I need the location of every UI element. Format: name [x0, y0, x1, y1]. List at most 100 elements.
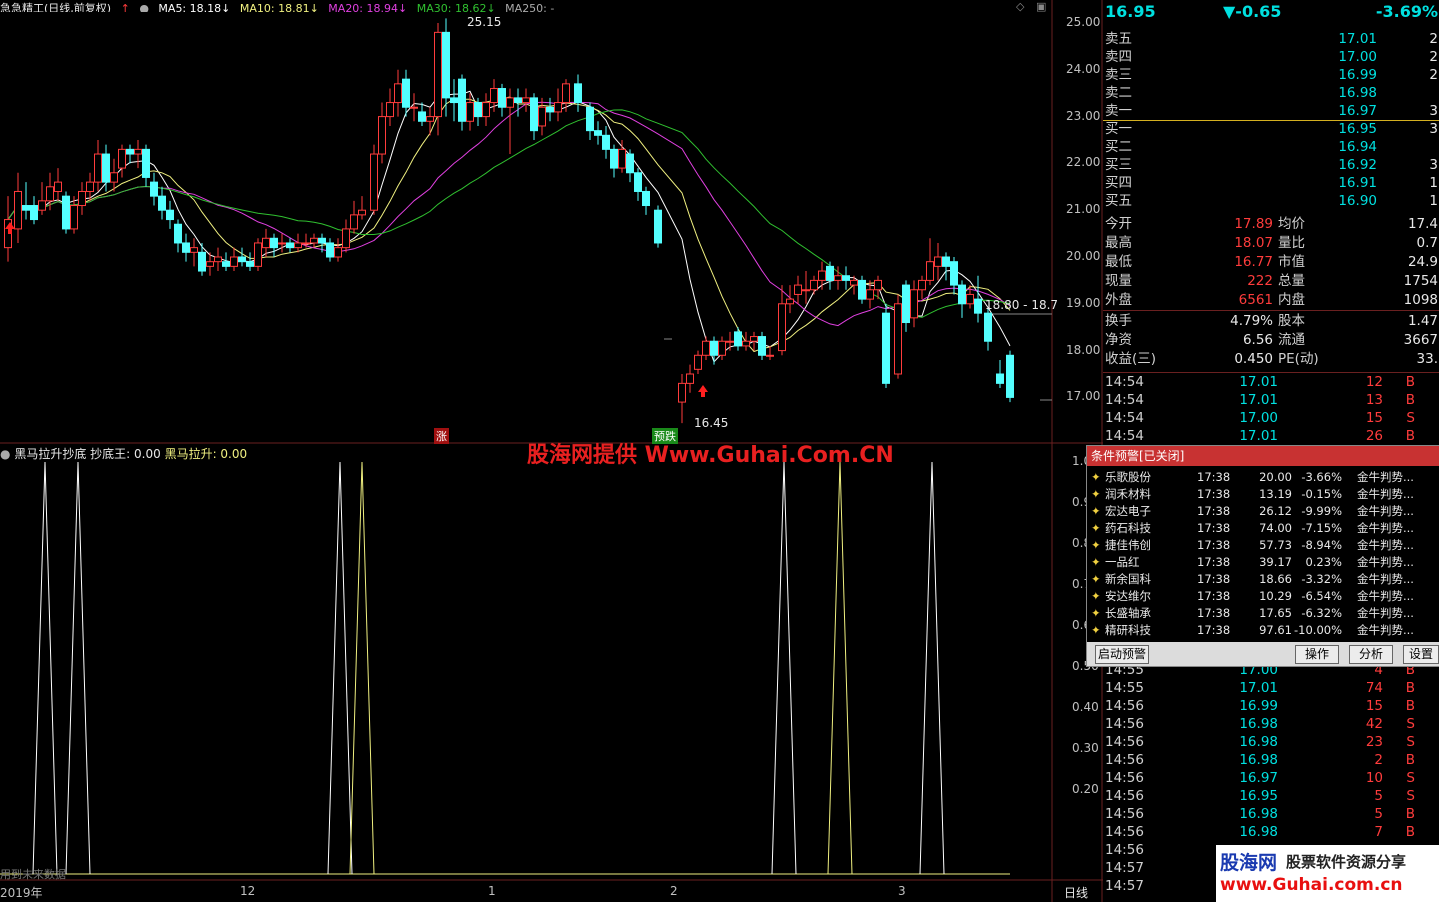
candle	[958, 280, 966, 318]
candle	[778, 285, 786, 356]
stat-label-2: 市值	[1278, 254, 1305, 270]
alert-row[interactable]: ✦ 长盛轴承 17:38 17.65 -6.32% 金牛判势...	[1087, 605, 1437, 622]
tick-time: 14:54	[1105, 410, 1144, 426]
window-icon[interactable]: ▣	[1036, 0, 1046, 13]
candle	[602, 125, 610, 159]
candle	[294, 233, 302, 253]
start-alert-button[interactable]: 启动预警	[1095, 645, 1149, 664]
tick-time: 14:56	[1105, 752, 1144, 768]
alert-pct: -6.32%	[1301, 606, 1342, 620]
candle	[678, 374, 686, 424]
tick-side: B	[1405, 752, 1415, 768]
book-label: 买二	[1105, 139, 1132, 155]
tick-time: 14:57	[1105, 860, 1144, 876]
ask-bid-divider	[1103, 120, 1439, 121]
candle	[458, 74, 466, 131]
tick-price: 16.99	[1239, 698, 1278, 714]
alert-condition: 金牛判势...	[1357, 521, 1414, 535]
candle	[562, 79, 570, 112]
alert-row[interactable]: ✦ 精研科技 17:38 97.61 -10.00% 金牛判势...	[1087, 622, 1437, 639]
candle	[498, 83, 506, 117]
tick-price: 17.01	[1239, 680, 1278, 696]
alert-row[interactable]: ✦ 宏达电子 17:38 26.12 -9.99% 金牛判势...	[1087, 503, 1437, 520]
alert-condition: 金牛判势...	[1357, 606, 1414, 620]
indicator-title: 黑马拉升抄底	[14, 447, 87, 461]
date-label-feb: 2	[670, 884, 678, 898]
tick-side: S	[1406, 734, 1415, 750]
stat-label: 现量	[1105, 273, 1132, 289]
tick-row: 14:56 16.97 10 S	[1103, 769, 1439, 787]
candle	[984, 308, 992, 351]
alert-row[interactable]: ✦ 乐歌股份 17:38 20.00 -3.66% 金牛判势...	[1087, 469, 1437, 486]
alert-row[interactable]: ✦ 润禾材料 17:38 13.19 -0.15% 金牛判势...	[1087, 486, 1437, 503]
fin-value-2: 33.	[1416, 351, 1438, 367]
candle	[618, 140, 626, 173]
alert-window[interactable]: 条件预警[已关闭] ✦ 乐歌股份 17:38 20.00 -3.66% 金牛判势... ✦ 润…	[1086, 445, 1439, 667]
candle	[826, 261, 834, 290]
tick-volume: 5	[1374, 788, 1383, 804]
book-row: 卖二 16.98	[1103, 84, 1439, 102]
signal-spike-yellow	[349, 461, 375, 875]
candle	[702, 336, 710, 360]
mid-annotation: 18.80 - 18.7	[985, 298, 1059, 312]
tick-price: 16.97	[1239, 770, 1278, 786]
candle	[538, 97, 546, 136]
tick-time: 14:54	[1105, 392, 1144, 408]
candle	[902, 280, 910, 332]
operate-button[interactable]: 操作	[1295, 645, 1339, 664]
fin-label: 收益(三)	[1105, 351, 1157, 367]
stat-value-2: 17.4	[1407, 216, 1438, 232]
candle	[934, 242, 942, 281]
guhai-logo: 股海网 股票软件资源分享 www.Guhai.com.cn	[1216, 845, 1439, 902]
alert-row[interactable]: ✦ 药石科技 17:38 74.00 -7.15% 金牛判势...	[1087, 520, 1437, 537]
candle	[126, 144, 134, 164]
book-price: 16.97	[1338, 103, 1377, 119]
alert-star-icon: ✦	[1091, 572, 1101, 586]
settings-button[interactable]: 设置	[1403, 645, 1439, 664]
analyze-button[interactable]: 分析	[1349, 645, 1393, 664]
candle	[694, 350, 702, 374]
price-tick: 17.00	[1066, 389, 1101, 404]
price-tick: 23.00	[1066, 108, 1101, 123]
stat-value-2: 1754	[1403, 273, 1438, 289]
candle	[142, 144, 150, 187]
candle	[434, 23, 442, 136]
book-price: 16.94	[1338, 139, 1377, 155]
alert-stock-name: 精研科技	[1105, 623, 1151, 637]
fin-value: 4.79%	[1230, 313, 1273, 329]
book-price: 17.01	[1338, 31, 1377, 47]
ma5-label: MA5: 18.18↓	[158, 2, 231, 12]
alert-title[interactable]: 条件预警[已关闭]	[1087, 446, 1439, 466]
candle	[554, 88, 562, 122]
period-label[interactable]: 日线	[1064, 884, 1088, 901]
alert-row[interactable]: ✦ 新余国科 17:38 18.66 -3.32% 金牛判势...	[1087, 571, 1437, 588]
stat-row: 最低 16.77 市值 24.9	[1103, 253, 1439, 271]
candle	[522, 88, 530, 112]
book-row: 买二 16.94	[1103, 138, 1439, 156]
tick-volume: 5	[1374, 806, 1383, 822]
tick-row: 14:54 17.01 12 B	[1103, 373, 1439, 391]
alert-row[interactable]: ✦ 捷佳伟创 17:38 57.73 -8.94% 金牛判势...	[1087, 537, 1437, 554]
low-annotation: 16.45	[694, 416, 729, 430]
alert-price: 13.19	[1259, 487, 1292, 501]
candle	[326, 238, 334, 262]
candle	[910, 280, 918, 328]
book-row: 卖一 16.97 3	[1103, 102, 1439, 120]
book-row: 买三 16.92 3	[1103, 156, 1439, 174]
book-row: 卖三 16.99 2	[1103, 66, 1439, 84]
book-volume: 3	[1429, 121, 1438, 137]
tick-side: S	[1406, 770, 1415, 786]
tick-volume: 7	[1374, 824, 1383, 840]
diamond-icon[interactable]: ◇	[1016, 0, 1024, 13]
settings-circle-icon[interactable]: ●	[139, 2, 149, 12]
stat-value-2: 0.7	[1416, 235, 1438, 251]
price-tick: 19.00	[1066, 295, 1101, 310]
tick-time: 14:56	[1105, 806, 1144, 822]
alert-row[interactable]: ✦ 一品红 17:38 39.17 0.23% 金牛判势...	[1087, 554, 1437, 571]
candle	[626, 149, 634, 183]
candle	[766, 345, 774, 360]
candle	[594, 121, 602, 145]
stat-value: 17.89	[1234, 216, 1273, 232]
high-annotation: 25.15	[467, 15, 502, 29]
alert-row[interactable]: ✦ 安达维尔 17:38 10.29 -6.54% 金牛判势...	[1087, 588, 1437, 605]
